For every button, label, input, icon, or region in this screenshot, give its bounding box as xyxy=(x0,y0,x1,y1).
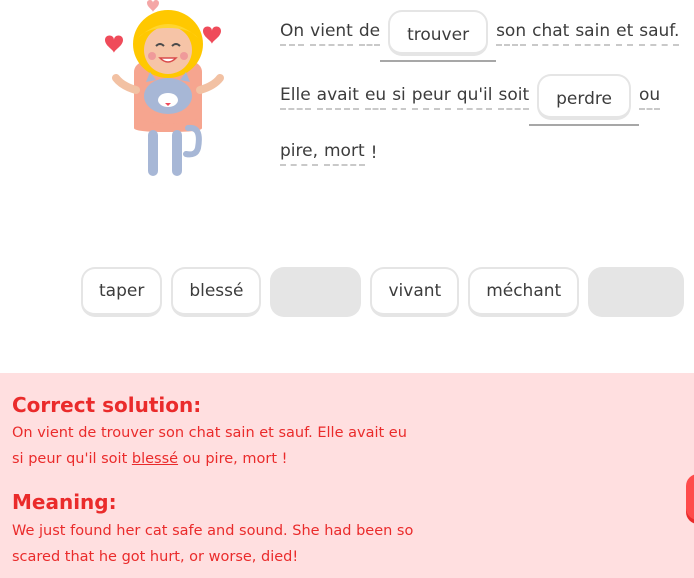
word[interactable]: sain xyxy=(575,20,611,46)
word[interactable]: Elle xyxy=(280,84,311,110)
word-bank-chip-taper[interactable]: taper xyxy=(81,267,163,317)
word[interactable]: soit xyxy=(498,84,530,110)
slot-underline xyxy=(380,60,497,62)
word-bank-chip-used xyxy=(270,267,362,317)
heart-icon xyxy=(203,26,221,44)
word[interactable]: ou xyxy=(638,84,661,110)
word[interactable]: sauf. xyxy=(639,20,680,46)
meaning-line-2: scared that he got hurt, or worse, died! xyxy=(12,549,299,565)
meaning-text: We just found her cat safe and sound. Sh… xyxy=(12,518,432,570)
correct-solution-heading: Correct solution: xyxy=(12,393,202,417)
heart-icon xyxy=(105,35,123,53)
word[interactable]: mort xyxy=(324,140,365,166)
slot-underline xyxy=(529,124,639,126)
correct-solution-text: On vient de trouver son chat sain et sau… xyxy=(12,420,432,472)
word[interactable]: si xyxy=(392,84,406,110)
continue-button[interactable] xyxy=(686,474,694,520)
word[interactable]: avait xyxy=(316,84,359,110)
word-bank-chip-vivant[interactable]: vivant xyxy=(370,267,460,317)
word[interactable]: vient xyxy=(310,20,353,46)
word-bank-chip-used xyxy=(588,267,685,317)
feedback-panel: Correct solution: On vient de trouver so… xyxy=(0,373,694,578)
answer-slot-1[interactable]: trouver xyxy=(380,10,497,62)
word[interactable]: chat xyxy=(532,20,570,46)
word: ! xyxy=(370,143,378,163)
character-illustration xyxy=(105,0,224,176)
text-segment: si peur qu'il soit xyxy=(12,451,132,467)
sentence-line-2: Elle avait eu si peur qu'il soit perdre … xyxy=(280,74,661,126)
word-bank: taper blessé vivant méchant xyxy=(81,267,685,317)
word-bank-chip-mechant[interactable]: méchant xyxy=(468,267,580,317)
word[interactable]: de xyxy=(358,20,381,46)
word[interactable]: qu'il xyxy=(456,84,493,110)
word[interactable]: pire, xyxy=(280,140,318,166)
word[interactable]: peur xyxy=(411,84,451,110)
highlighted-word: blessé xyxy=(131,451,179,467)
word[interactable]: On xyxy=(280,20,305,46)
answer-slot-2[interactable]: perdre xyxy=(529,74,639,126)
placed-word-chip[interactable]: perdre xyxy=(537,74,631,120)
sentence-line-3: pire, mort ! xyxy=(280,140,377,166)
word[interactable]: eu xyxy=(364,84,387,110)
correct-solution-line-2: si peur qu'il soit blessé ou pire, mort … xyxy=(12,446,432,472)
heart-icon xyxy=(147,0,159,12)
word[interactable]: son xyxy=(496,20,527,46)
text-segment: ou pire, mort ! xyxy=(178,451,288,467)
meaning-line-1: We just found her cat safe and sound. Sh… xyxy=(12,523,414,539)
placed-word-chip[interactable]: trouver xyxy=(388,10,489,56)
sentence-line-1: On vient de trouver son chat sain et sau… xyxy=(280,10,680,62)
word[interactable]: et xyxy=(616,20,634,46)
correct-solution-line-1: On vient de trouver son chat sain et sau… xyxy=(12,425,407,441)
meaning-heading: Meaning: xyxy=(12,490,117,514)
word-bank-chip-blesse[interactable]: blessé xyxy=(171,267,262,317)
